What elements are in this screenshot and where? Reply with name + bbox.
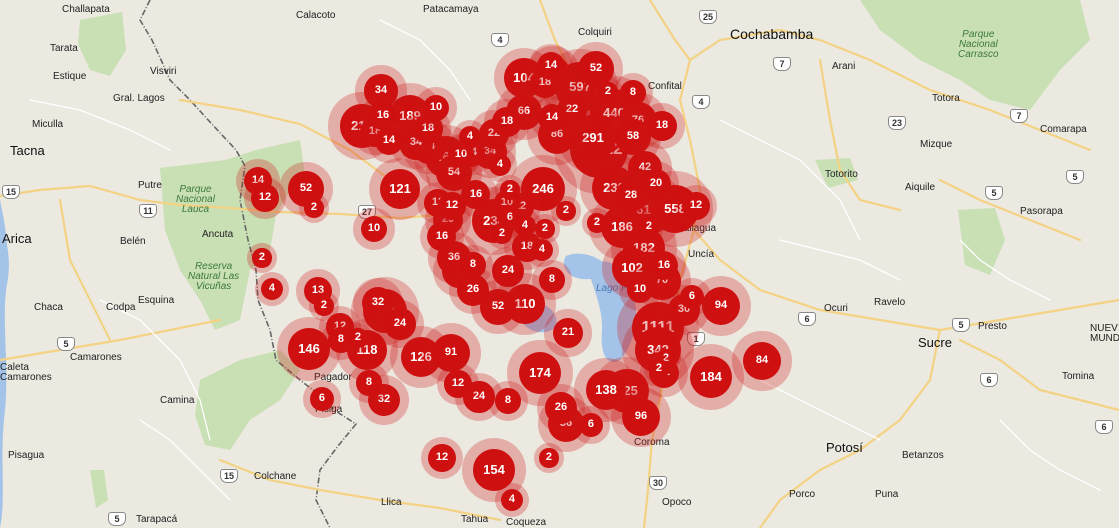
cluster-count: 21: [552, 317, 584, 349]
cluster-count: 24: [384, 308, 416, 340]
cluster-marker[interactable]: 10: [353, 208, 395, 250]
cluster-count: 8: [620, 80, 646, 106]
cluster-count: 8: [356, 370, 382, 396]
road-shield-r5a: 5: [985, 186, 1003, 200]
road-shield-r5b: 5: [1066, 170, 1084, 184]
cluster-marker[interactable]: 2: [551, 196, 581, 226]
cluster-count: 2: [492, 224, 512, 244]
cluster-count: 2: [314, 296, 334, 316]
cluster-marker[interactable]: 2: [309, 291, 339, 321]
cluster-count: 14: [537, 103, 567, 133]
cluster-count: 4: [458, 125, 482, 149]
road-shield-r5c: 5: [952, 318, 970, 332]
cluster-count: 20: [640, 168, 672, 200]
cluster-marker[interactable]: 2: [534, 443, 564, 473]
road-shield-r15b: 15: [220, 469, 238, 483]
cluster-count: 2: [639, 217, 659, 237]
cluster-marker[interactable]: 10: [415, 87, 457, 129]
cluster-marker[interactable]: 14: [529, 44, 573, 88]
cluster-marker[interactable]: 4: [254, 271, 290, 307]
road-shield-r7b: 7: [773, 57, 791, 71]
cluster-count: 4: [500, 488, 524, 512]
cluster-marker[interactable]: 18: [484, 99, 530, 145]
road-shield-r5e: 5: [108, 512, 126, 526]
road-shield-r4b: 4: [692, 95, 710, 109]
road-shield-r6b: 6: [980, 373, 998, 387]
cluster-marker[interactable]: 2: [487, 219, 517, 249]
cluster-count: 10: [360, 215, 388, 243]
cluster-marker[interactable]: 2: [299, 193, 329, 223]
cluster-count: 12: [251, 184, 279, 212]
cluster-count: 6: [310, 387, 334, 411]
cluster-count: 18: [647, 111, 677, 141]
cluster-marker[interactable]: 10: [619, 269, 661, 311]
cluster-count: 2: [535, 219, 555, 239]
cluster-marker[interactable]: 24: [375, 299, 425, 349]
cluster-count: 8: [460, 252, 486, 278]
cluster-marker[interactable]: 8: [349, 363, 389, 403]
cluster-marker[interactable]: 18: [639, 103, 685, 149]
cluster-count: 6: [579, 413, 603, 437]
cluster-count: 2: [598, 82, 618, 102]
cluster-marker[interactable]: 8: [488, 381, 528, 421]
cluster-marker[interactable]: 6: [303, 380, 341, 418]
cluster-marker[interactable]: 2: [593, 77, 623, 107]
road-shield-r5d: 5: [57, 337, 75, 351]
cluster-marker[interactable]: 6: [673, 278, 711, 316]
cluster-marker[interactable]: 2: [495, 175, 525, 205]
cluster-count: 10: [422, 94, 450, 122]
cluster-count: 96: [621, 397, 661, 437]
road-shield-r30: 30: [649, 476, 667, 490]
cluster-count: 184: [689, 355, 733, 399]
cluster-count: 8: [495, 388, 521, 414]
map-view[interactable]: Challapata Calacoto Patacamaya Colquiri Coch…: [0, 0, 1119, 528]
cluster-count: 14: [374, 126, 404, 156]
cluster-count: 2: [539, 448, 559, 468]
road-shield-r6a: 6: [798, 312, 816, 326]
cluster-count: 2: [649, 359, 669, 379]
cluster-marker[interactable]: 2: [634, 212, 664, 242]
cluster-count: 14: [536, 51, 566, 81]
cluster-count: 10: [626, 276, 654, 304]
cluster-count: 18: [492, 107, 522, 137]
cluster-count: 121: [379, 168, 421, 210]
cluster-count: 12: [444, 370, 472, 398]
cluster-count: 2: [304, 198, 324, 218]
cluster-count: 2: [587, 213, 607, 233]
cluster-marker[interactable]: 2: [247, 243, 277, 273]
cluster-marker[interactable]: 8: [453, 245, 493, 285]
road-shield-r4a: 4: [491, 33, 509, 47]
cluster-count: 2: [556, 201, 576, 221]
cluster-count: 12: [438, 192, 466, 220]
cluster-marker[interactable]: 2: [343, 323, 373, 353]
cluster-count: 12: [682, 192, 710, 220]
road-shield-r25: 25: [699, 10, 717, 24]
cluster-count: 84: [742, 341, 782, 381]
cluster-count: 4: [260, 277, 284, 301]
cluster-count: 12: [428, 444, 456, 472]
cluster-marker[interactable]: 84: [732, 331, 792, 391]
road-shield-r23: 23: [888, 116, 906, 130]
cluster-marker[interactable]: 4: [452, 119, 488, 155]
cluster-marker[interactable]: 2: [582, 208, 612, 238]
cluster-count: 2: [348, 328, 368, 348]
cluster-marker[interactable]: 14: [530, 96, 574, 140]
cluster-count: 8: [539, 267, 565, 293]
cluster-count: 2: [252, 248, 272, 268]
cluster-count: 4: [488, 153, 512, 177]
road-shield-r7a: 7: [1010, 109, 1028, 123]
road-shield-r6c: 6: [1095, 420, 1113, 434]
cluster-marker[interactable]: 4: [494, 482, 530, 518]
cluster-marker[interactable]: 21: [544, 309, 592, 357]
cluster-marker[interactable]: 2: [644, 354, 674, 384]
cluster-marker[interactable]: 14: [367, 119, 411, 163]
cluster-count: 6: [680, 285, 704, 309]
road-shield-r15a: 15: [2, 185, 20, 199]
cluster-marker[interactable]: 6: [572, 406, 610, 444]
cluster-count: 2: [500, 180, 520, 200]
road-shield-r11: 11: [139, 204, 157, 218]
